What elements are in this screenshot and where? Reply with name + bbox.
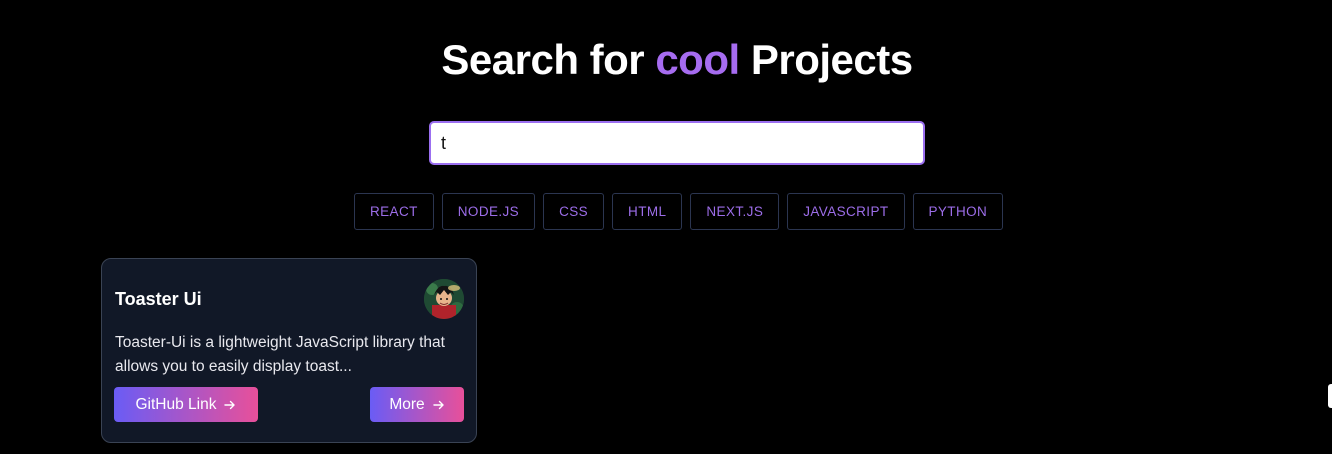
tag-python[interactable]: PYTHON xyxy=(912,193,1004,230)
more-button[interactable]: More xyxy=(370,387,464,422)
github-link-button[interactable]: GitHub Link xyxy=(114,387,258,422)
tag-filter-list: REACT NODE.JS CSS HTML NEXT.JS JAVASCRIP… xyxy=(354,193,1004,230)
tag-nodejs[interactable]: NODE.JS xyxy=(441,193,536,230)
search-bar xyxy=(429,121,925,165)
title-accent: cool xyxy=(655,36,740,83)
project-description: Toaster-Ui is a lightweight JavaScript l… xyxy=(115,334,445,375)
tag-javascript[interactable]: JAVASCRIPT xyxy=(787,193,905,230)
avatar-icon xyxy=(424,279,464,319)
project-card: Toaster Ui Toaster-Ui is a lightweight J… xyxy=(101,258,477,443)
page: Search for cool Projects REACT NODE.JS C… xyxy=(0,0,1332,454)
scroll-to-top-tab[interactable] xyxy=(1328,384,1332,408)
page-title: Search for cool Projects xyxy=(0,36,1332,84)
avatar-image xyxy=(424,279,464,319)
tag-react[interactable]: REACT xyxy=(354,193,434,230)
title-suffix: Projects xyxy=(739,36,913,83)
title-prefix: Search for xyxy=(441,36,656,83)
project-title: Toaster Ui xyxy=(115,289,202,309)
arrow-right-icon xyxy=(224,400,236,409)
more-label: More xyxy=(389,395,425,413)
tag-css[interactable]: CSS xyxy=(543,193,605,230)
arrow-right-icon xyxy=(432,400,444,409)
tag-html[interactable]: HTML xyxy=(612,193,683,230)
github-link-label: GitHub Link xyxy=(135,395,217,413)
search-input[interactable] xyxy=(429,121,925,165)
tag-nextjs[interactable]: NEXT.JS xyxy=(690,193,780,230)
